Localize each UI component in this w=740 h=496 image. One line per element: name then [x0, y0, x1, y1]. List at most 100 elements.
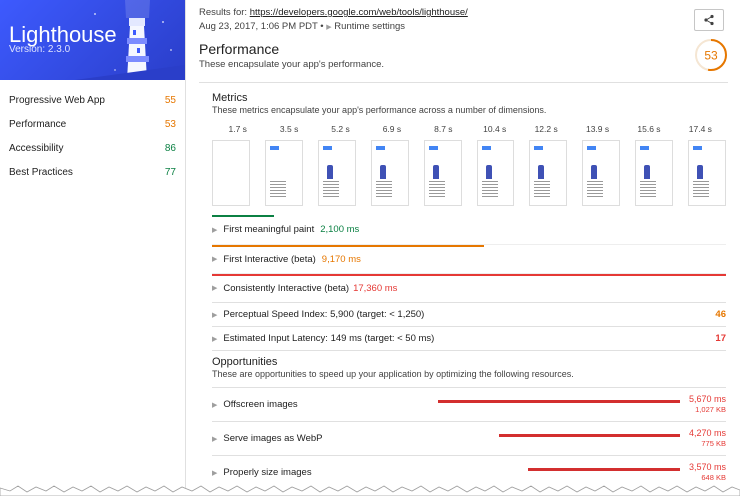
category-label: Best Practices [9, 166, 73, 178]
metric-label: Consistently Interactive (beta) [223, 282, 350, 294]
filmstrip-frame [476, 140, 515, 206]
film-time: 10.4 s [483, 124, 507, 134]
category-list: Progressive Web App 55 Performance 53 Ac… [0, 88, 185, 184]
category-item-accessibility[interactable]: Accessibility 86 [0, 136, 185, 160]
filmstrip-frame [635, 140, 674, 206]
expand-caret-icon: ▶ [212, 226, 218, 234]
metric-row-first-interactive[interactable]: ▶ First Interactive (beta) 9,170 ms [212, 244, 726, 273]
opportunity-size: 1,027 KB [695, 405, 726, 414]
film-time: 8.7 s [434, 124, 453, 134]
category-item-performance[interactable]: Performance 53 [0, 112, 185, 136]
results-prefix: Results for: [199, 7, 250, 18]
metric-value: 2,100 ms [320, 224, 360, 235]
metrics-description: These metrics encapsulate your app's per… [212, 105, 547, 115]
film-time: 6.9 s [382, 124, 402, 134]
performance-title: Performance [199, 41, 280, 57]
metric-value: 17,360 ms [353, 282, 398, 294]
main-content: Results for: https://developers.google.c… [187, 0, 740, 496]
app-version: Version: 2.3.0 [9, 44, 71, 55]
metrics-section: Metrics These metrics encapsulate your a… [187, 92, 740, 489]
opportunity-time: 3,570 ms [688, 462, 726, 472]
opportunity-label: Offscreen images [223, 399, 298, 410]
metric-label: First meaningful paint [223, 224, 315, 235]
filmstrip-frame [529, 140, 568, 206]
expand-caret-icon: ▶ [212, 256, 218, 263]
opportunity-time: 5,670 ms [688, 394, 726, 404]
divider [199, 82, 728, 83]
category-score: 77 [164, 166, 176, 178]
section-divider [212, 350, 726, 351]
expand-caret-icon: ▶ [212, 311, 218, 319]
audit-label: Perceptual Speed Index: 5,900 (target: <… [223, 309, 425, 320]
film-time: 5.2 s [331, 124, 350, 134]
category-score: 86 [164, 142, 176, 154]
film-time: 13.9 s [585, 124, 610, 134]
category-label: Progressive Web App [9, 94, 105, 106]
audit-label: Estimated Input Latency: 149 ms (target:… [223, 333, 435, 344]
opportunity-bar [527, 468, 680, 471]
metric-progress-line [212, 215, 274, 217]
metrics-title: Metrics [212, 92, 248, 104]
brand-header: Lighthouse Version: 2.3.0 [0, 0, 185, 80]
filmstrip-time-labels: 1.7 s 3.5 s 5.2 s 6.9 s 8.7 s 10.4 s 12.… [212, 124, 726, 134]
expand-caret-icon[interactable]: ▶ [326, 24, 331, 31]
filmstrip-frame [317, 140, 356, 206]
metric-progress-line [212, 245, 485, 247]
metric-value: 9,170 ms [321, 253, 361, 265]
metric-row-consistently-interactive[interactable]: ▶ Consistently Interactive (beta) 17,360… [212, 273, 726, 302]
category-label: Accessibility [9, 142, 64, 154]
opportunity-row-offscreen-images[interactable]: ▶ Offscreen images 5,670 ms 1,027 KB [212, 387, 726, 421]
results-url-link[interactable]: https://developers.google.com/web/tools/… [250, 7, 468, 18]
sidebar: Lighthouse Version: 2.3.0 Progressive We… [0, 0, 186, 496]
filmstrip [212, 140, 727, 206]
filmstrip-frame [423, 140, 462, 206]
filmstrip-frame [688, 140, 727, 206]
opportunity-label: Serve images as WebP [223, 433, 323, 444]
filmstrip-frame [582, 140, 621, 206]
audit-row-input-latency[interactable]: ▶ Estimated Input Latency: 149 ms (targe… [212, 326, 726, 350]
opportunity-row-webp[interactable]: ▶ Serve images as WebP 4,270 ms 775 KB [212, 421, 726, 455]
filmstrip-frame [264, 140, 303, 206]
metric-progress-line [212, 274, 726, 276]
run-date: Aug 23, 2017, 1:06 PM PDT [199, 21, 318, 32]
category-item-best-practices[interactable]: Best Practices 77 [0, 160, 185, 184]
audit-score: 17 [715, 333, 726, 344]
share-icon [704, 14, 714, 26]
performance-header: Performance These encapsulate your app's… [187, 38, 740, 82]
opportunity-bar [498, 434, 680, 437]
performance-description: These encapsulate your app's performance… [199, 59, 385, 70]
expand-caret-icon: ▶ [212, 285, 218, 292]
opportunity-bar [438, 400, 680, 403]
performance-score-gauge: 53 [695, 39, 727, 71]
film-time: 3.5 s [279, 124, 299, 134]
opportunity-size: 648 KB [701, 473, 726, 482]
runtime-settings-toggle[interactable]: Runtime settings [334, 21, 405, 32]
film-time: 17.4 s [688, 124, 712, 134]
film-time: 15.6 s [637, 124, 661, 134]
results-line: Results for: https://developers.google.c… [199, 7, 728, 18]
expand-caret-icon: ▶ [212, 401, 218, 409]
run-meta: Aug 23, 2017, 1:06 PM PDT • ▶ Runtime se… [199, 21, 728, 32]
torn-edge-decoration [0, 485, 740, 496]
performance-score-value: 53 [704, 49, 718, 63]
metric-row-fmp[interactable]: ▶ First meaningful paint 2,100 ms [212, 215, 726, 244]
opportunity-label: Properly size images [223, 467, 312, 478]
expand-caret-icon: ▶ [212, 335, 218, 343]
film-time: 12.2 s [534, 124, 558, 134]
expand-caret-icon: ▶ [212, 435, 218, 443]
expand-caret-icon: ▶ [212, 469, 218, 477]
filmstrip-frame [370, 140, 409, 206]
audit-score: 46 [715, 309, 726, 320]
category-score: 55 [164, 94, 176, 106]
opportunity-size: 775 KB [701, 439, 726, 448]
metric-timeline: ▶ First meaningful paint 2,100 ms ▶ Firs… [212, 215, 726, 302]
share-button[interactable] [694, 9, 724, 31]
filmstrip-frame [212, 140, 250, 206]
opportunities-title: Opportunities [212, 356, 278, 368]
category-label: Performance [9, 118, 67, 130]
audit-row-speed-index[interactable]: ▶ Perceptual Speed Index: 5,900 (target:… [212, 302, 726, 326]
category-score: 53 [164, 118, 176, 130]
film-time: 1.7 s [228, 124, 247, 134]
category-item-pwa[interactable]: Progressive Web App 55 [0, 88, 185, 112]
report-topbar: Results for: https://developers.google.c… [187, 0, 740, 38]
